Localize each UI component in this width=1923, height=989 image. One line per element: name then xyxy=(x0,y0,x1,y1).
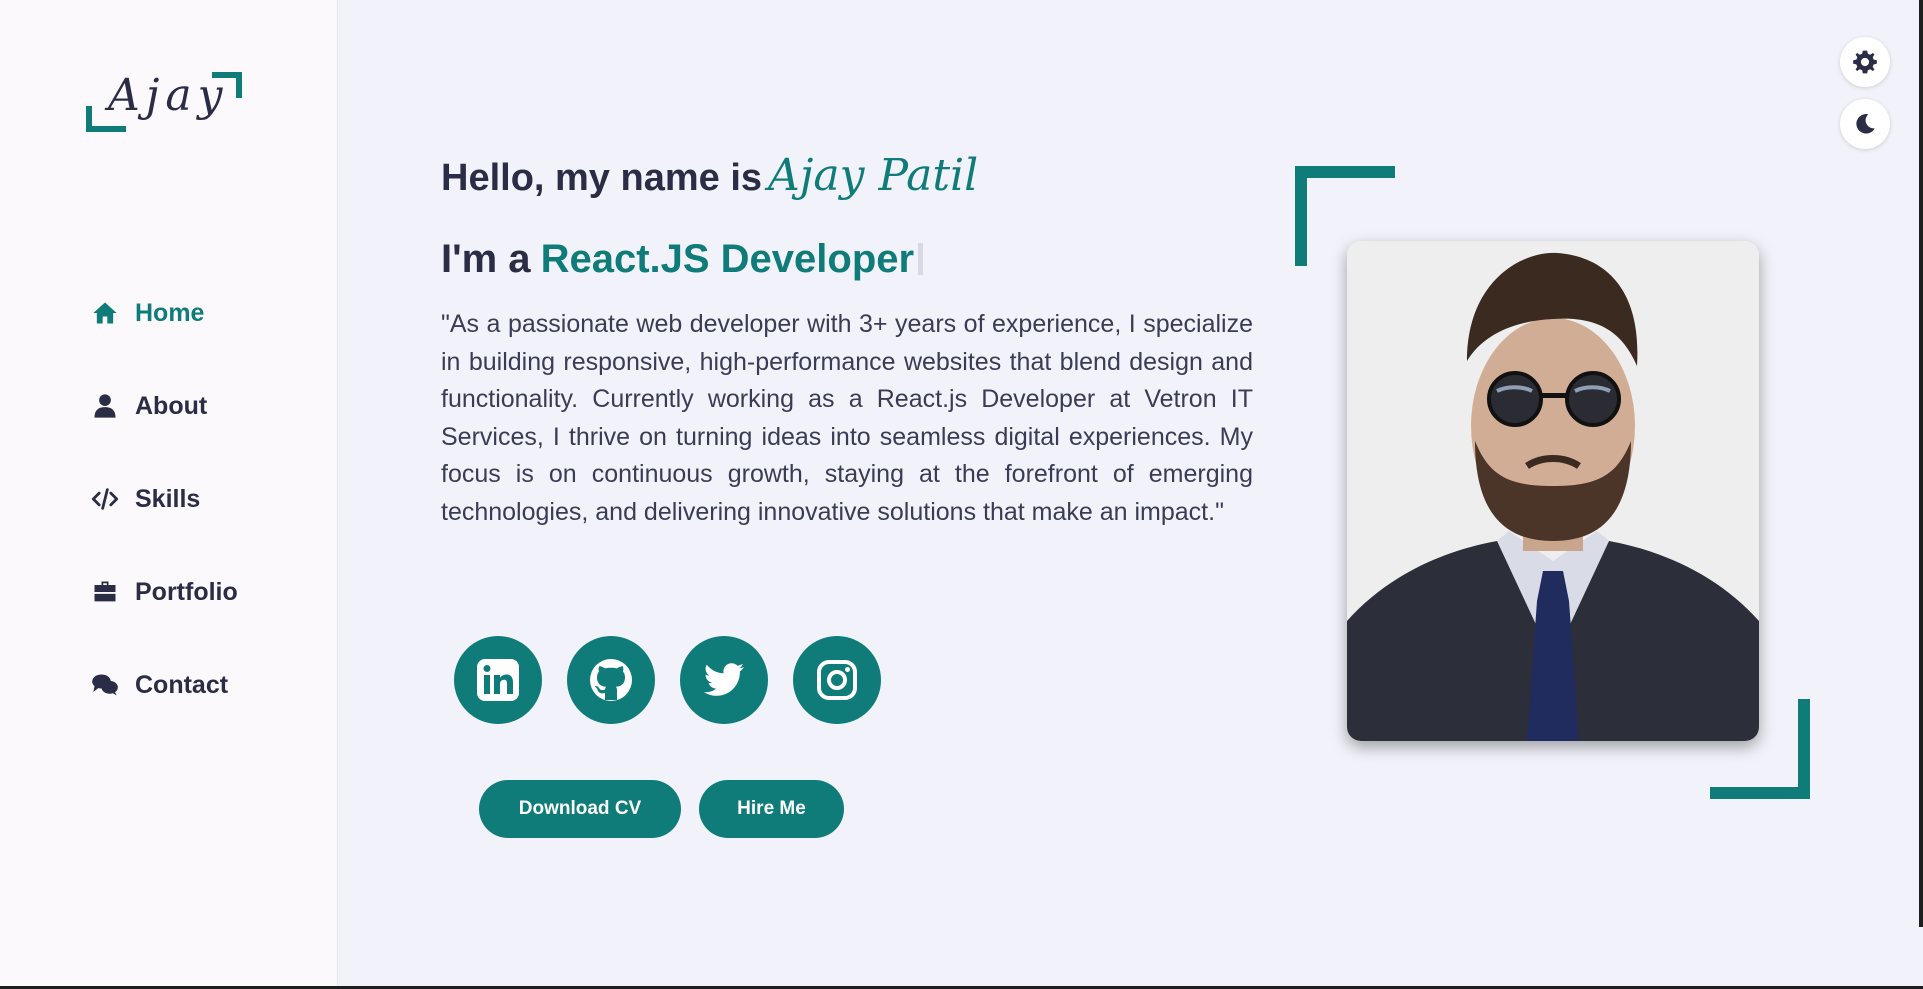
instagram-icon xyxy=(817,660,857,700)
code-icon xyxy=(90,484,120,514)
role-line: I'm a React.JS Developer xyxy=(441,232,1253,286)
cta-buttons: Download CV Hire Me xyxy=(479,780,844,838)
github-link[interactable] xyxy=(567,636,655,724)
hero-name: Ajay Patil xyxy=(768,150,979,201)
sidebar: Ajay Home About Skills Portfolio Contact xyxy=(0,0,338,989)
sidebar-nav: Home About Skills Portfolio Contact xyxy=(90,290,238,755)
role-prefix: I'm a xyxy=(441,236,531,281)
sidebar-item-contact[interactable]: Contact xyxy=(90,662,238,708)
gear-icon xyxy=(1853,50,1877,74)
user-icon xyxy=(90,391,120,421)
hero-content: Hello, my name is Ajay Patil I'm a React… xyxy=(441,150,1253,531)
sidebar-item-label: Home xyxy=(135,298,205,327)
greeting-line: Hello, my name is Ajay Patil xyxy=(441,150,1253,222)
typing-cursor xyxy=(918,243,924,275)
social-links xyxy=(454,636,881,724)
comments-icon xyxy=(90,670,120,700)
sidebar-item-label: About xyxy=(135,391,208,420)
settings-button[interactable] xyxy=(1840,37,1890,87)
linkedin-link[interactable] xyxy=(454,636,542,724)
sidebar-item-about[interactable]: About xyxy=(90,383,238,429)
instagram-link[interactable] xyxy=(793,636,881,724)
sidebar-item-portfolio[interactable]: Portfolio xyxy=(90,569,238,615)
github-icon xyxy=(590,659,632,701)
twitter-icon xyxy=(703,663,744,696)
theme-toggle-button[interactable] xyxy=(1840,99,1890,149)
greeting-text: Hello, my name is xyxy=(441,157,763,199)
home-icon xyxy=(90,298,120,328)
scrollbar[interactable] xyxy=(1919,0,1923,927)
sidebar-item-skills[interactable]: Skills xyxy=(90,476,238,522)
role-title: React.JS Developer xyxy=(540,236,915,281)
sidebar-item-label: Contact xyxy=(135,670,229,699)
logo[interactable]: Ajay xyxy=(86,70,242,134)
bio-text: "As a passionate web developer with 3+ y… xyxy=(441,310,1253,526)
hire-me-button[interactable]: Hire Me xyxy=(699,780,844,838)
sidebar-item-home[interactable]: Home xyxy=(90,290,238,336)
download-cv-button[interactable]: Download CV xyxy=(479,780,681,838)
sidebar-item-label: Skills xyxy=(135,484,201,513)
briefcase-icon xyxy=(90,577,120,607)
moon-icon xyxy=(1856,114,1875,134)
twitter-link[interactable] xyxy=(680,636,768,724)
profile-photo xyxy=(1347,241,1759,741)
logo-text: Ajay xyxy=(108,70,229,121)
sidebar-item-label: Portfolio xyxy=(135,577,238,606)
linkedin-icon xyxy=(477,659,519,701)
